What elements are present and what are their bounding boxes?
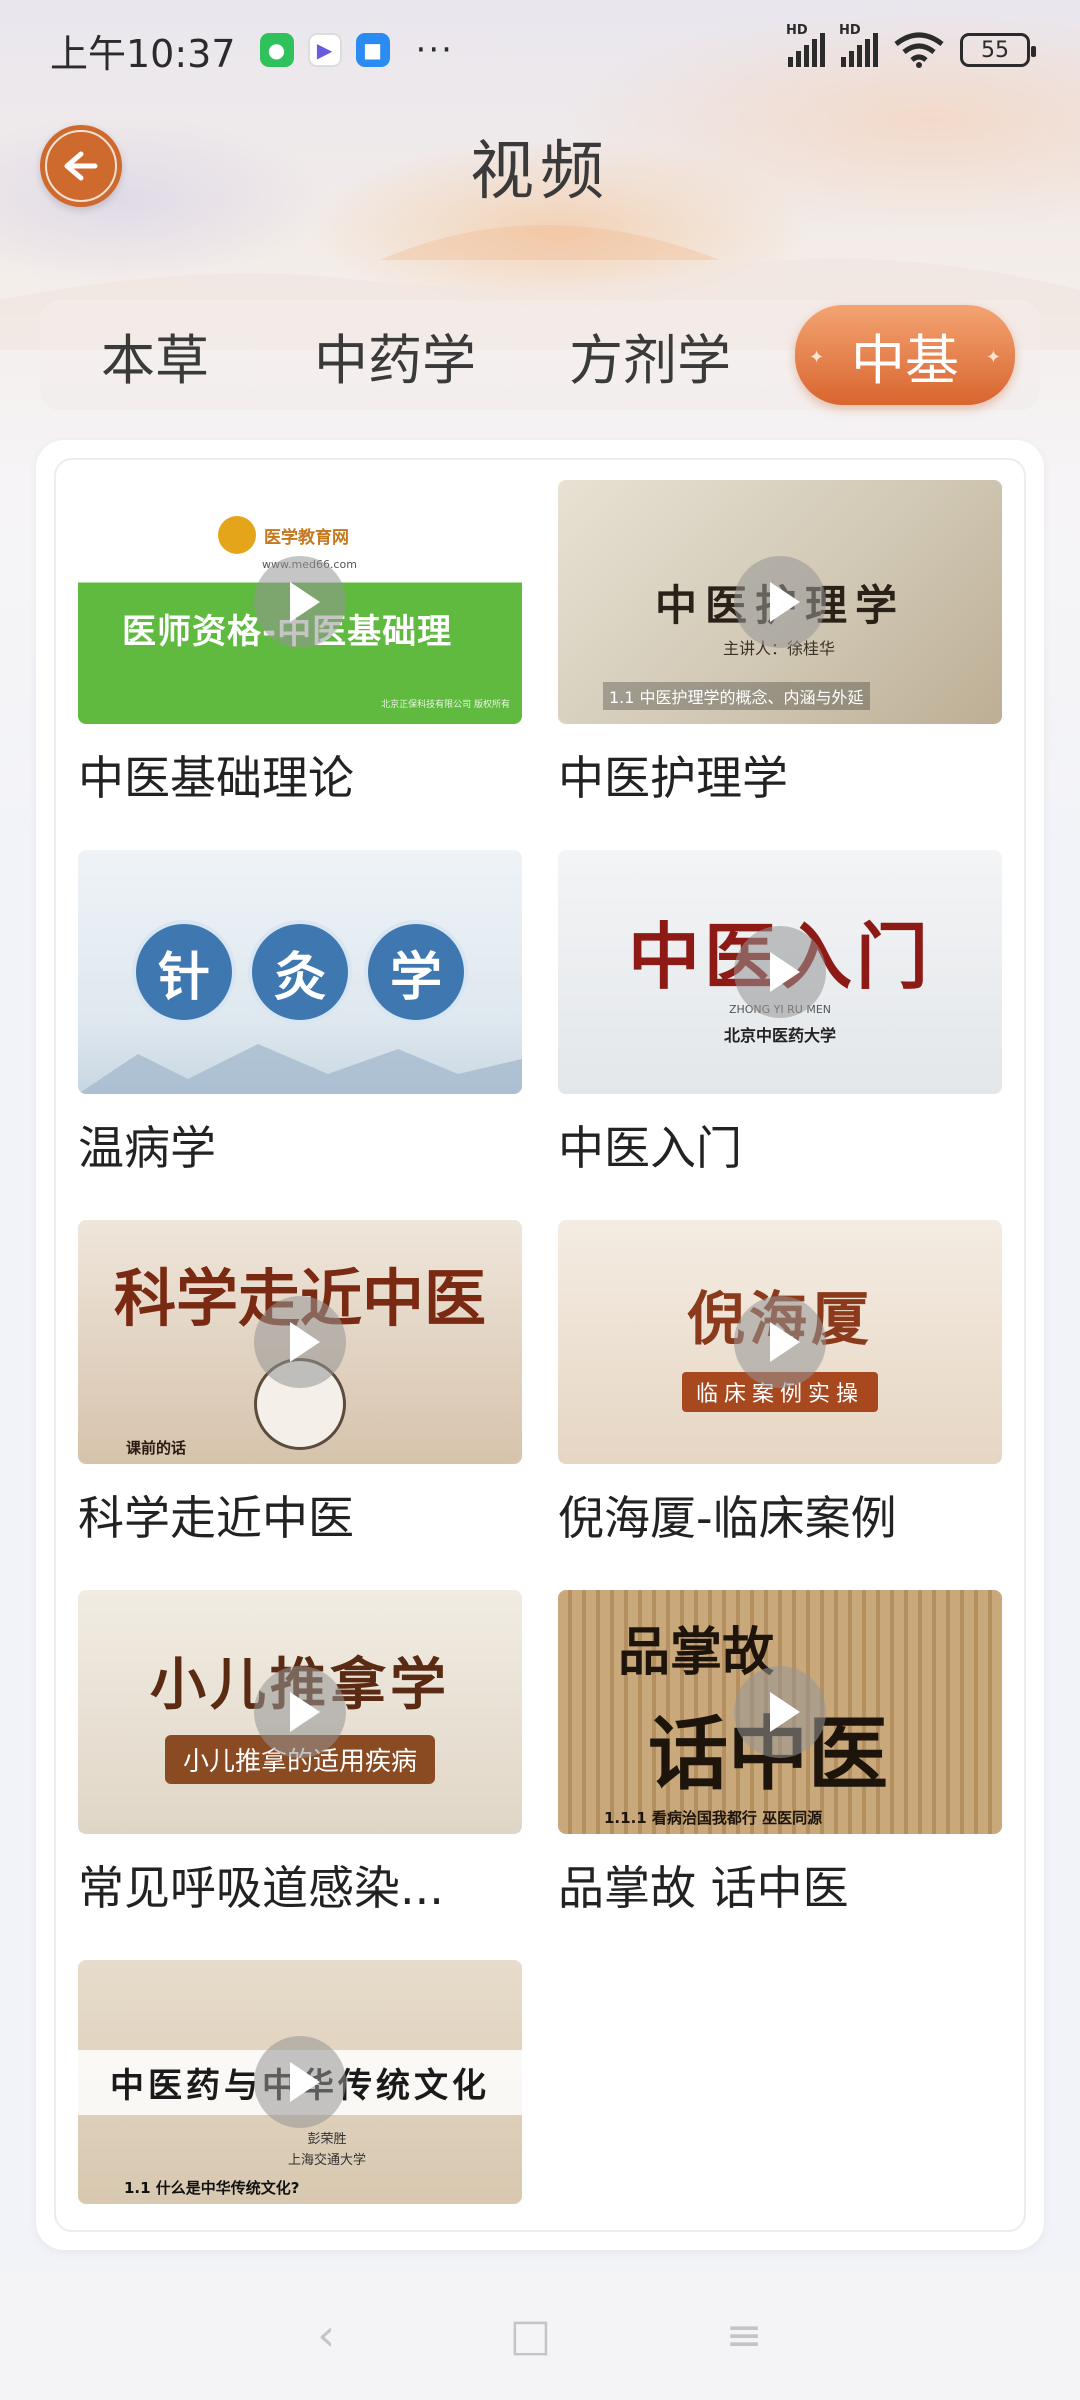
video-item[interactable]: 医学教育网 医师资格-中医基础理 北京正保科技有限公司 版权所有 www.med… [78,480,522,808]
video-thumbnail[interactable]: 小儿推拿学 小儿推拿的适用疾病 [78,1590,522,1834]
system-nav-bar: ‹ □ ≡ [0,2270,1080,2400]
video-title[interactable]: 中医基础理论 [78,742,548,808]
video-item[interactable]: 小儿推拿学 小儿推拿的适用疾病 常见呼吸道感染... [78,1590,522,1918]
brand-logo-icon [218,516,256,554]
video-item[interactable]: 倪海厦 临床案例实操 倪海厦-临床案例 [558,1220,1002,1548]
video-item[interactable]: 科学走近中医 课前的话 科学走近中医 [78,1220,522,1548]
thumb-subtitle: 北京中医药大学 [723,1026,836,1045]
thumb-caption: 课前的话 [126,1439,187,1457]
thumb-char: 针 [132,920,236,1024]
nav-home-icon[interactable]: □ [510,2310,552,2361]
video-item[interactable]: 品掌故 话中医 1.1.1 看病治国我都行 巫医同源 品掌故 话中医 [558,1590,1002,1918]
mountain-art [78,1044,522,1094]
tab-fangjixue[interactable]: 方剂学 [520,305,780,405]
page-title: 视频 [470,135,610,209]
category-tabs: 本草 中药学 方剂学 ✦ 中基 ✦ [40,300,1040,410]
more-notifications-icon: ··· [415,30,454,70]
play-icon[interactable] [254,2036,346,2128]
tab-bencao[interactable]: 本草 [40,305,270,405]
video-thumbnail[interactable]: 针 灸 学 [78,850,522,1094]
thumb-caption: 1.1.1 看病治国我都行 巫医同源 [604,1809,823,1827]
wechat-icon: ● [259,33,294,67]
play-icon[interactable] [254,1296,346,1388]
play-icon[interactable] [734,1666,826,1758]
play-icon[interactable] [734,926,826,1018]
status-bar: 上午10:37 ● ▶ ■ ··· HD HD 55 [0,0,1080,100]
video-list-card: 医学教育网 医师资格-中医基础理 北京正保科技有限公司 版权所有 www.med… [36,440,1044,2250]
thumb-caption: 1.1 中医护理学的概念、内涵与外延 [603,682,870,710]
signal-icon: HD [786,23,825,67]
tab-zhongyaoxue[interactable]: 中药学 [270,305,520,405]
play-icon[interactable] [254,556,346,648]
video-thumbnail[interactable]: 科学走近中医 课前的话 [78,1220,522,1464]
signal-icon-2: HD [839,23,878,67]
play-icon[interactable] [254,1666,346,1758]
video-item[interactable]: 中医入门 ZHONG YI RU MEN 北京中医药大学 中医入门 [558,850,1002,1178]
thumb-headline-1: 品掌故 [618,1622,775,1683]
play-icon[interactable] [734,556,826,648]
thumb-char: 学 [364,920,468,1024]
video-title[interactable]: 倪海厦-临床案例 [558,1482,1028,1548]
video-title[interactable]: 温病学 [78,1112,548,1178]
video-thumbnail[interactable]: 倪海厦 临床案例实操 [558,1220,1002,1464]
status-time: 上午10:37 [50,31,236,76]
video-thumbnail[interactable]: 品掌故 话中医 1.1.1 看病治国我都行 巫医同源 [558,1590,1002,1834]
video-title[interactable]: 中医护理学 [558,742,1028,808]
video-thumbnail[interactable]: 中医护理学 主讲人：徐桂华 1.1 中医护理学的概念、内涵与外延 [558,480,1002,724]
video-item[interactable]: 中医药与中华传统文化 彭荣胜 上海交通大学 1.1 什么是中华传统文化? [78,1960,522,2204]
thumb-char: 灸 [248,920,352,1024]
message-app-icon: ■ [355,33,390,67]
video-item[interactable]: 针 灸 学 温病学 [78,850,522,1178]
tab-zhongji[interactable]: ✦ 中基 ✦ [795,305,1015,405]
wifi-icon [894,32,944,68]
thumb-footer: 北京正保科技有限公司 版权所有 [381,700,510,710]
video-thumbnail[interactable]: 中医入门 ZHONG YI RU MEN 北京中医药大学 [558,850,1002,1094]
nav-back-icon[interactable]: ‹ [317,2310,335,2361]
thumb-author: 彭荣胜 上海交通大学 [288,2132,367,2168]
video-thumbnail[interactable]: 中医药与中华传统文化 彭荣胜 上海交通大学 1.1 什么是中华传统文化? [78,1960,522,2204]
sparkle-icon: ✦ [809,347,825,368]
video-title[interactable]: 科学走近中医 [78,1482,548,1548]
nav-menu-icon[interactable]: ≡ [726,2310,763,2361]
video-title[interactable]: 常见呼吸道感染... [78,1852,548,1918]
video-title[interactable]: 中医入门 [558,1112,1028,1178]
video-title[interactable]: 品掌故 话中医 [558,1852,1028,1918]
play-store-icon: ▶ [307,33,342,67]
video-item[interactable]: 中医护理学 主讲人：徐桂华 1.1 中医护理学的概念、内涵与外延 中医护理学 [558,480,1002,808]
video-thumbnail[interactable]: 医学教育网 医师资格-中医基础理 北京正保科技有限公司 版权所有 www.med… [78,480,522,724]
tab-label: 中基 [851,328,959,392]
battery-icon: 55 [960,33,1036,67]
sparkle-icon: ✦ [985,347,1001,368]
thumb-logo: 医学教育网 [218,516,349,554]
thumb-caption: 1.1 什么是中华传统文化? [124,2179,300,2197]
play-icon[interactable] [734,1296,826,1388]
